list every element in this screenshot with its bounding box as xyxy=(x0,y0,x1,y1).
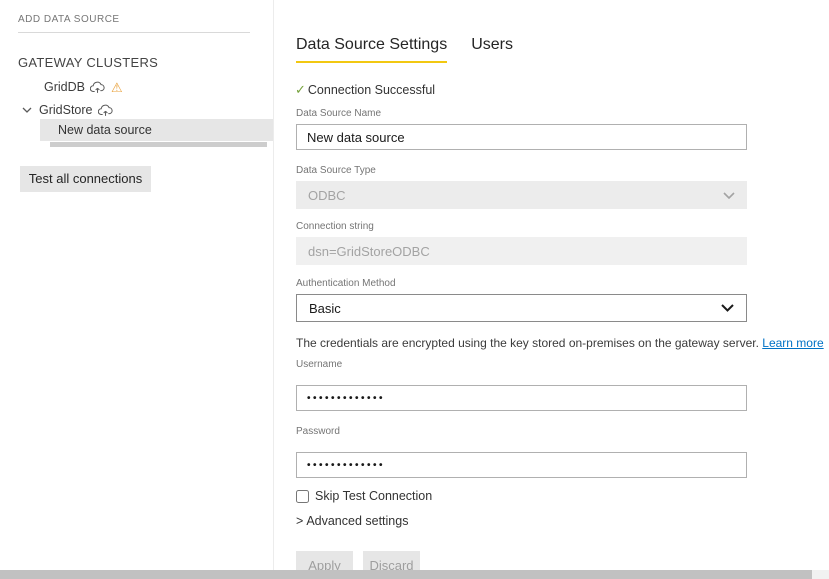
authentication-method-label: Authentication Method xyxy=(296,278,396,289)
gateway-clusters-heading: GATEWAY CLUSTERS xyxy=(18,55,158,70)
tab-users[interactable]: Users xyxy=(471,36,513,63)
test-all-connections-button[interactable]: Test all connections xyxy=(20,166,151,192)
tree-item-gridstore[interactable]: GridStore xyxy=(20,101,114,119)
gateway-cloud-icon xyxy=(98,104,114,117)
data-source-name-label: Data Source Name xyxy=(296,108,381,119)
tree-item-new-data-source[interactable]: New data source xyxy=(40,119,273,141)
chevron-down-icon xyxy=(723,192,735,199)
username-label: Username xyxy=(296,359,342,370)
add-data-source-heading: ADD DATA SOURCE xyxy=(18,14,120,25)
data-source-name-input[interactable] xyxy=(296,124,747,150)
password-input[interactable] xyxy=(296,452,747,478)
credentials-note: The credentials are encrypted using the … xyxy=(296,336,824,350)
page-horizontal-scrollbar xyxy=(0,570,829,579)
gateway-cloud-icon xyxy=(90,81,106,94)
username-input[interactable] xyxy=(296,385,747,411)
tree-item-griddb[interactable]: GridDB ⚠ xyxy=(44,78,123,96)
tab-data-source-settings[interactable]: Data Source Settings xyxy=(296,36,447,63)
tab-bar: Data Source Settings Users xyxy=(296,36,513,63)
sidebar-divider xyxy=(18,32,250,33)
data-source-type-value: ODBC xyxy=(308,188,346,203)
check-icon: ✓ xyxy=(295,82,306,98)
main-panel: Data Source Settings Users ✓ Connection … xyxy=(273,0,829,579)
skip-test-connection-checkbox[interactable] xyxy=(296,490,309,503)
advanced-settings-label: Advanced settings xyxy=(306,514,408,528)
chevron-down-icon[interactable] xyxy=(20,107,34,113)
connection-status-text: Connection Successful xyxy=(308,83,435,97)
skip-test-connection-label: Skip Test Connection xyxy=(315,489,432,503)
data-source-type-select: ODBC xyxy=(296,181,747,209)
connection-string-input: dsn=GridStoreODBC xyxy=(296,237,747,265)
tree-item-label: New data source xyxy=(58,123,152,137)
sidebar-horizontal-scrollbar-thumb[interactable] xyxy=(50,142,267,147)
chevron-right-icon: > xyxy=(296,514,303,528)
connection-string-label: Connection string xyxy=(296,221,374,232)
credentials-note-text: The credentials are encrypted using the … xyxy=(296,336,759,350)
password-label: Password xyxy=(296,426,340,437)
page-horizontal-scrollbar-thumb[interactable] xyxy=(0,570,812,579)
warning-icon: ⚠ xyxy=(111,81,123,94)
authentication-method-value: Basic xyxy=(309,301,341,316)
tree-item-label: GridDB xyxy=(44,80,85,94)
skip-test-connection-row: Skip Test Connection xyxy=(296,489,432,503)
learn-more-link[interactable]: Learn more xyxy=(762,336,823,350)
data-source-type-label: Data Source Type xyxy=(296,165,376,176)
connection-status: ✓ Connection Successful xyxy=(295,82,435,98)
tree-item-label: GridStore xyxy=(39,103,93,117)
advanced-settings-toggle[interactable]: > Advanced settings xyxy=(296,514,408,528)
chevron-down-icon xyxy=(721,304,734,312)
authentication-method-select[interactable]: Basic xyxy=(296,294,747,322)
sidebar: ADD DATA SOURCE GATEWAY CLUSTERS GridDB … xyxy=(0,0,273,579)
connection-string-value: dsn=GridStoreODBC xyxy=(308,244,430,259)
